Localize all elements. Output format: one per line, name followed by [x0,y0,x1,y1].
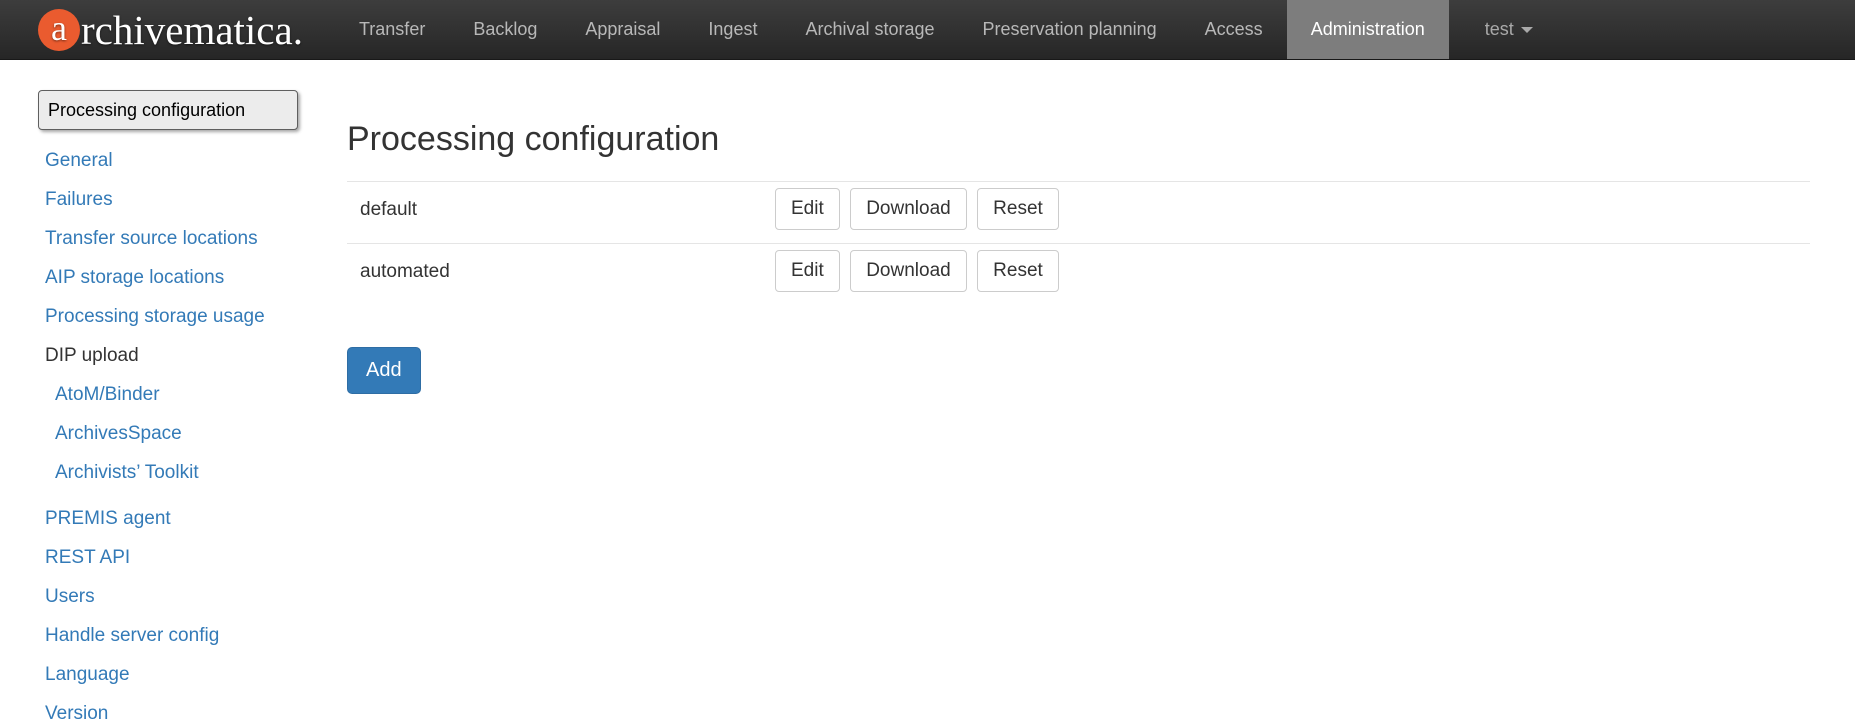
sidebar-link-atom-binder[interactable]: AtoM/Binder [55,384,160,405]
logo-text: rchivematica. [81,6,303,54]
user-menu[interactable]: test [1469,0,1549,59]
sidebar-group-dip-upload: DIP upload [38,337,308,376]
config-name: default [347,188,775,221]
sidebar-item-archivists-toolkit: Archivists’ Toolkit [38,454,308,493]
config-name: automated [347,250,775,283]
nav-item-appraisal[interactable]: Appraisal [561,0,684,59]
sidebar-item-language: Language [38,656,308,695]
reset-button[interactable]: Reset [977,250,1059,292]
sidebar-link-aip-storage-locations[interactable]: AIP storage locations [45,267,224,288]
nav-item-access[interactable]: Access [1181,0,1287,59]
nav-item-archival-storage[interactable]: Archival storage [781,0,958,59]
config-actions: Edit Download Reset [775,188,1065,230]
sidebar-link-failures[interactable]: Failures [45,189,113,210]
sidebar-link-archivists-toolkit[interactable]: Archivists’ Toolkit [55,462,199,483]
sidebar-item-processing-configuration[interactable]: Processing configuration [38,90,298,130]
sidebar-link-transfer-source-locations[interactable]: Transfer source locations [45,228,258,249]
nav-item-backlog[interactable]: Backlog [449,0,561,59]
sidebar-links: General Failures Transfer source locatio… [38,142,308,724]
top-navbar: archivematica. Transfer Backlog Appraisa… [0,0,1855,60]
sidebar-item-users: Users [38,578,308,617]
sidebar-item-rest-api: REST API [38,539,308,578]
sidebar-item-failures: Failures [38,181,308,220]
sidebar-link-general[interactable]: General [45,150,113,171]
sidebar-link-users[interactable]: Users [45,586,95,607]
sidebar-link-version[interactable]: Version [45,703,108,724]
sidebar-item-archivesspace: ArchivesSpace [38,415,308,454]
config-row-default: default Edit Download Reset [347,182,1810,244]
sidebar-item-transfer-source-locations: Transfer source locations [38,220,308,259]
page-body: Processing configuration General Failure… [0,60,1855,724]
nav-item-preservation-planning[interactable]: Preservation planning [959,0,1181,59]
sidebar-link-premis-agent[interactable]: PREMIS agent [45,508,171,529]
download-button[interactable]: Download [850,250,967,292]
logo-a-badge: a [38,9,80,51]
sidebar-item-processing-storage-usage: Processing storage usage [38,298,308,337]
sidebar-item-general: General [38,142,308,181]
sidebar-item-aip-storage-locations: AIP storage locations [38,259,308,298]
sidebar-item-atom-binder: AtoM/Binder [38,376,308,415]
config-actions: Edit Download Reset [775,250,1065,292]
app-logo[interactable]: archivematica. [38,0,303,59]
download-button[interactable]: Download [850,188,967,230]
nav-item-transfer[interactable]: Transfer [335,0,449,59]
caret-down-icon [1521,27,1533,33]
nav-item-administration[interactable]: Administration [1287,0,1449,59]
edit-button[interactable]: Edit [775,250,840,292]
config-row-automated: automated Edit Download Reset [347,244,1810,305]
edit-button[interactable]: Edit [775,188,840,230]
reset-button[interactable]: Reset [977,188,1059,230]
sidebar-link-archivesspace[interactable]: ArchivesSpace [55,423,182,444]
sidebar-link-handle-server-config[interactable]: Handle server config [45,625,219,646]
sidebar-item-premis-agent: PREMIS agent [38,500,308,539]
nav-item-ingest[interactable]: Ingest [684,0,781,59]
main-nav: Transfer Backlog Appraisal Ingest Archiv… [335,0,1449,59]
sidebar-item-version: Version [38,695,308,724]
sidebar-item-handle-server-config: Handle server config [38,617,308,656]
add-button[interactable]: Add [347,347,421,394]
main-content: Processing configuration default Edit Do… [347,60,1810,394]
user-menu-label: test [1485,19,1514,40]
sidebar-link-rest-api[interactable]: REST API [45,547,130,568]
admin-sidebar: Processing configuration General Failure… [38,90,308,724]
sidebar-link-language[interactable]: Language [45,664,130,685]
sidebar-link-processing-storage-usage[interactable]: Processing storage usage [45,306,265,327]
page-title: Processing configuration [347,120,1810,159]
